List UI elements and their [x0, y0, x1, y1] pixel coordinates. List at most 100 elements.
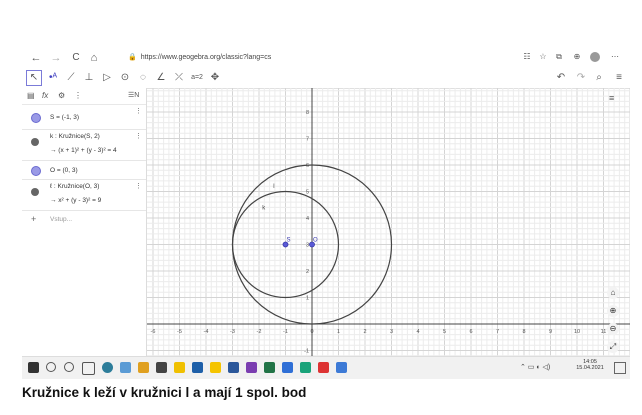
- x-tick-label: 10: [574, 329, 580, 335]
- start-icon[interactable]: [28, 362, 39, 373]
- menu-icon[interactable]: ≡: [612, 71, 626, 85]
- excel-icon[interactable]: [264, 362, 275, 373]
- zoom-out-icon[interactable]: ⊖: [607, 323, 619, 335]
- ellipse-tool-icon[interactable]: ◌: [136, 71, 150, 85]
- visibility-toggle[interactable]: [31, 188, 39, 196]
- back-button[interactable]: ←: [30, 51, 42, 65]
- tray-icons[interactable]: ⌃ ▭ ◐ ◁): [520, 363, 550, 371]
- y-tick-label: 4: [306, 216, 309, 222]
- file-explorer-icon[interactable]: [138, 362, 149, 373]
- y-tick-label: 7: [306, 137, 309, 143]
- item-menu-icon[interactable]: ⋮: [135, 132, 142, 140]
- x-tick-label: -4: [204, 329, 209, 335]
- onenote-icon[interactable]: [246, 362, 257, 373]
- url-text: https://www.geogebra.org/classic?lang=cs: [140, 54, 272, 61]
- clock[interactable]: 14:05 15.04.2021: [570, 359, 610, 371]
- word-icon[interactable]: [228, 362, 239, 373]
- item-menu-icon[interactable]: ⋮: [135, 107, 142, 115]
- list-item[interactable]: ℓ : Kružnice(O, 3) → x² + (y - 3)² = 9 ⋮: [22, 180, 146, 211]
- point-tool-icon[interactable]: •ᴬ: [46, 71, 60, 85]
- notifications-icon[interactable]: [614, 362, 626, 374]
- visibility-toggle[interactable]: [31, 113, 41, 123]
- extensions-icon[interactable]: ⊕: [572, 52, 582, 62]
- teams-icon[interactable]: [282, 362, 293, 373]
- visibility-toggle[interactable]: [31, 166, 41, 176]
- x-tick-label: -3: [230, 329, 235, 335]
- circle-tool-icon[interactable]: ⊙: [118, 71, 132, 85]
- perpendicular-tool-icon[interactable]: ⊥: [82, 71, 96, 85]
- graphics-style-icon[interactable]: ≡: [609, 93, 614, 103]
- mail-icon[interactable]: [174, 362, 185, 373]
- item-menu-icon[interactable]: ⋮: [135, 182, 142, 190]
- x-tick-label: -6: [151, 329, 156, 335]
- input-row[interactable]: + Vstup...: [22, 211, 146, 227]
- app-red-icon[interactable]: [318, 362, 329, 373]
- reflect-tool-icon[interactable]: ⤫: [172, 71, 186, 85]
- search-icon[interactable]: ⌕: [592, 71, 606, 85]
- home-view-icon[interactable]: ⌂: [607, 287, 619, 299]
- app-blue-icon[interactable]: [336, 362, 347, 373]
- reader-icon[interactable]: ☷: [522, 52, 532, 62]
- add-icon: +: [31, 214, 37, 224]
- cortana-icon[interactable]: [64, 362, 74, 372]
- point-label: S: [287, 238, 291, 244]
- x-tick-label: 3: [390, 329, 393, 335]
- list-item[interactable]: O = (0, 3): [22, 161, 146, 180]
- redo-icon[interactable]: ↷: [574, 71, 588, 85]
- store-icon[interactable]: [156, 362, 167, 373]
- y-tick-label: 8: [306, 110, 309, 116]
- x-tick-label: 4: [416, 329, 419, 335]
- chat-icon[interactable]: [300, 362, 311, 373]
- visibility-toggle[interactable]: [31, 138, 39, 146]
- zoom-in-icon[interactable]: ⊕: [607, 305, 619, 317]
- fullscreen-icon[interactable]: ⤢: [607, 341, 619, 353]
- graphics-view[interactable]: -6 -5 -4 -3 -2 -1 0 1 2 3 4 5 6 7 8 9 10 11 -1 1 2 3 4 5 6 7 8 k l S O…: [147, 88, 631, 357]
- algebra-item-equation: → (x + 1)² + (y - 3)² = 4: [50, 147, 117, 154]
- kebab-menu-icon[interactable]: ⋮: [74, 90, 82, 102]
- sticky-notes-icon[interactable]: [210, 362, 221, 373]
- forward-button[interactable]: →: [50, 51, 62, 65]
- x-tick-label: 5: [443, 329, 446, 335]
- x-tick-label: 1: [337, 329, 340, 335]
- clock-date: 15.04.2021: [576, 365, 604, 371]
- undo-icon[interactable]: ↶: [554, 71, 568, 85]
- home-button[interactable]: ⌂: [88, 51, 100, 65]
- x-tick-label: 8: [522, 329, 525, 335]
- x-tick-label: 9: [549, 329, 552, 335]
- move-view-tool-icon[interactable]: ✥: [208, 71, 222, 85]
- angle-tool-icon[interactable]: ∠: [154, 71, 168, 85]
- algebra-header: ▤ fx ⚙ ⋮ ☰N: [22, 88, 146, 105]
- list-item[interactable]: S = (-1, 3) ⋮: [22, 105, 146, 130]
- x-tick-label: 0: [310, 329, 313, 335]
- move-tool-icon[interactable]: ↖: [26, 70, 42, 86]
- favorite-icon[interactable]: ☆: [538, 52, 548, 62]
- x-tick-label: 7: [496, 329, 499, 335]
- x-tick-label: 6: [469, 329, 472, 335]
- sort-icon[interactable]: ☰N: [128, 90, 139, 102]
- fx-icon[interactable]: fx: [42, 90, 48, 102]
- collections-icon[interactable]: ⧉: [554, 52, 564, 62]
- y-tick-label: 3: [306, 243, 309, 249]
- settings-icon[interactable]: ⚙: [58, 90, 65, 102]
- polygon-tool-icon[interactable]: ▷: [100, 71, 114, 85]
- reload-button[interactable]: C: [70, 51, 82, 65]
- search-taskbar-icon[interactable]: [46, 362, 56, 372]
- graphics-canvas[interactable]: -6 -5 -4 -3 -2 -1 0 1 2 3 4 5 6 7 8 9 10 11 -1 1 2 3 4 5 6 7 8 k l S O: [147, 88, 631, 357]
- input-field[interactable]: Vstup...: [50, 216, 72, 223]
- task-view-icon[interactable]: [82, 362, 95, 375]
- app-icon[interactable]: [120, 362, 131, 373]
- dropbox-icon[interactable]: [192, 362, 203, 373]
- algebra-toggle-icon[interactable]: ▤: [27, 90, 35, 102]
- avatar[interactable]: [590, 52, 600, 62]
- more-icon[interactable]: ⋯: [610, 52, 620, 62]
- address-bar[interactable]: 🔒 https://www.geogebra.org/classic?lang=c…: [128, 51, 508, 65]
- x-tick-label: 11: [601, 329, 607, 335]
- circle-label: l: [273, 184, 274, 190]
- list-item[interactable]: k : Kružnice(S, 2) → (x + 1)² + (y - 3)²…: [22, 130, 146, 161]
- browser-toolbar: ← → C ⌂ 🔒 https://www.geogebra.org/classi…: [22, 48, 630, 69]
- line-tool-icon[interactable]: ⟋: [64, 71, 78, 85]
- slider-tool-icon[interactable]: a=2: [190, 71, 204, 85]
- lock-icon: 🔒: [128, 54, 137, 61]
- algebra-item-text: O = (0, 3): [50, 167, 78, 174]
- edge-icon[interactable]: [102, 362, 113, 373]
